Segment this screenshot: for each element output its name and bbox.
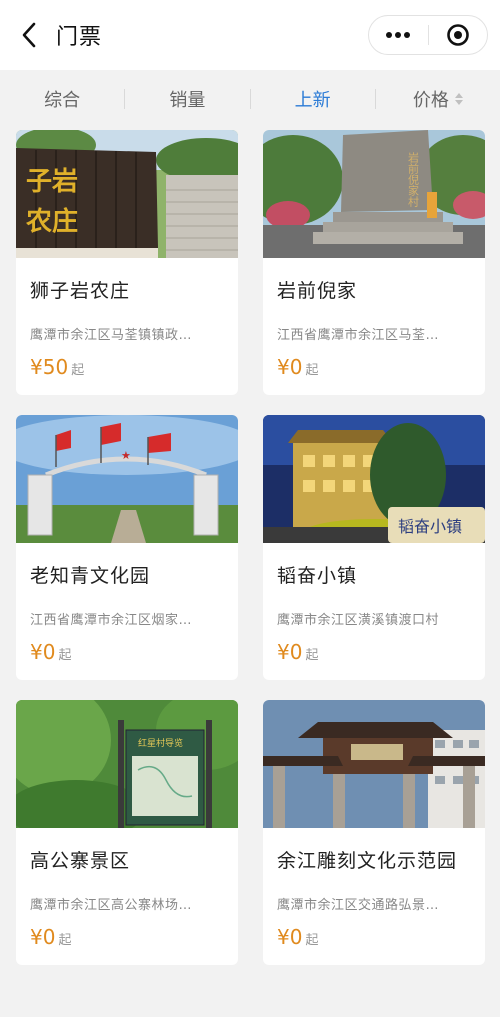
svg-text:岩前倪家村: 岩前倪家村 (407, 151, 420, 207)
price-value: ¥0 (277, 925, 303, 949)
tab-newest[interactable]: 上新 (251, 70, 375, 128)
more-dots-icon (386, 32, 411, 38)
svg-text:农庄: 农庄 (25, 206, 78, 237)
card-photo: 岩前倪家村 (263, 130, 485, 258)
card-title: 余江雕刻文化示范园 (277, 850, 458, 872)
card-photo: ★ (16, 415, 238, 543)
tab-comprehensive[interactable]: 综合 (0, 70, 124, 128)
card-title: 老知青文化园 (30, 565, 151, 587)
sort-tabs: 综合 销量 上新 价格 (0, 70, 500, 128)
card-photo: 韬奋小镇 (263, 415, 485, 543)
card-price: ¥0 起 (277, 355, 471, 379)
ticket-card[interactable]: ★ 老知青文化园 江西省鹰潭市余江区烟家… ¥0 起 (16, 415, 238, 680)
price-unit: 起 (58, 648, 72, 663)
ticket-card[interactable]: 岩前倪家村 岩前倪家 江西省鹰潭市余江区马荃… ¥0 起 (263, 130, 485, 395)
card-title: 韬奋小镇 (277, 565, 358, 587)
price-unit: 起 (305, 648, 319, 663)
tab-price[interactable]: 价格 (376, 70, 500, 128)
price-value: ¥0 (30, 640, 56, 664)
price-value: ¥0 (30, 925, 56, 949)
price-unit: 起 (305, 933, 319, 948)
tab-sales[interactable]: 销量 (125, 70, 249, 128)
page-title: 门票 (56, 25, 103, 50)
card-price: ¥0 起 (30, 925, 224, 949)
price-value: ¥0 (277, 355, 303, 379)
svg-text:红星村导览: 红星村导览 (138, 737, 183, 749)
sort-arrows-icon (454, 93, 463, 105)
card-title: 狮子岩农庄 (30, 280, 131, 302)
card-title: 高公寨景区 (30, 850, 131, 872)
tab-label: 销量 (169, 90, 206, 111)
svg-text:★: ★ (121, 449, 131, 462)
price-unit: 起 (305, 363, 319, 378)
svg-text:子岩: 子岩 (26, 167, 78, 197)
price-unit: 起 (71, 363, 85, 378)
ticket-card[interactable]: 余江雕刻文化示范园 鹰潭市余江区交通路弘景… ¥0 起 (263, 700, 485, 965)
tab-label: 综合 (44, 90, 81, 111)
card-address: 鹰潭市余江区高公寨林场… (30, 898, 193, 913)
card-price: ¥0 起 (30, 640, 224, 664)
ticket-grid: 子岩 农庄 狮子岩农庄 鹰潭市余江区马荃镇镇政… ¥50 起 岩前倪家村 岩前倪… (16, 130, 485, 965)
ticket-card[interactable]: 红星村导览 高公寨景区 鹰潭市余江区高公寨林场… ¥0 起 (16, 700, 238, 965)
card-price: ¥50 起 (30, 355, 224, 379)
card-address: 鹰潭市余江区潢溪镇渡口村 (277, 613, 440, 628)
card-address: 鹰潭市余江区交通路弘景… (277, 898, 440, 913)
ticket-card[interactable]: 子岩 农庄 狮子岩农庄 鹰潭市余江区马荃镇镇政… ¥50 起 (16, 130, 238, 395)
card-address: 江西省鹰潭市余江区马荃… (277, 328, 440, 343)
card-photo: 子岩 农庄 (16, 130, 238, 258)
card-title: 岩前倪家 (277, 280, 358, 302)
card-photo (263, 700, 485, 828)
mini-program-capsule (368, 15, 488, 55)
back-button[interactable] (14, 18, 44, 52)
chevron-left-icon (22, 22, 36, 48)
tab-label: 价格 (412, 90, 449, 111)
card-price: ¥0 起 (277, 925, 471, 949)
price-unit: 起 (58, 933, 72, 948)
card-address: 江西省鹰潭市余江区烟家… (30, 613, 193, 628)
top-bar: 门票 (0, 0, 500, 70)
card-address: 鹰潭市余江区马荃镇镇政… (30, 328, 193, 343)
price-value: ¥50 (30, 355, 69, 379)
tab-label: 上新 (294, 90, 331, 111)
card-price: ¥0 起 (277, 640, 471, 664)
more-button[interactable] (369, 16, 428, 54)
svg-text:韬奋小镇: 韬奋小镇 (398, 517, 462, 536)
ticket-card[interactable]: 韬奋小镇 韬奋小镇 鹰潭市余江区潢溪镇渡口村 ¥0 起 (263, 415, 485, 680)
price-value: ¥0 (277, 640, 303, 664)
target-close-icon (446, 24, 469, 46)
close-button[interactable] (428, 16, 487, 54)
card-photo: 红星村导览 (16, 700, 238, 828)
